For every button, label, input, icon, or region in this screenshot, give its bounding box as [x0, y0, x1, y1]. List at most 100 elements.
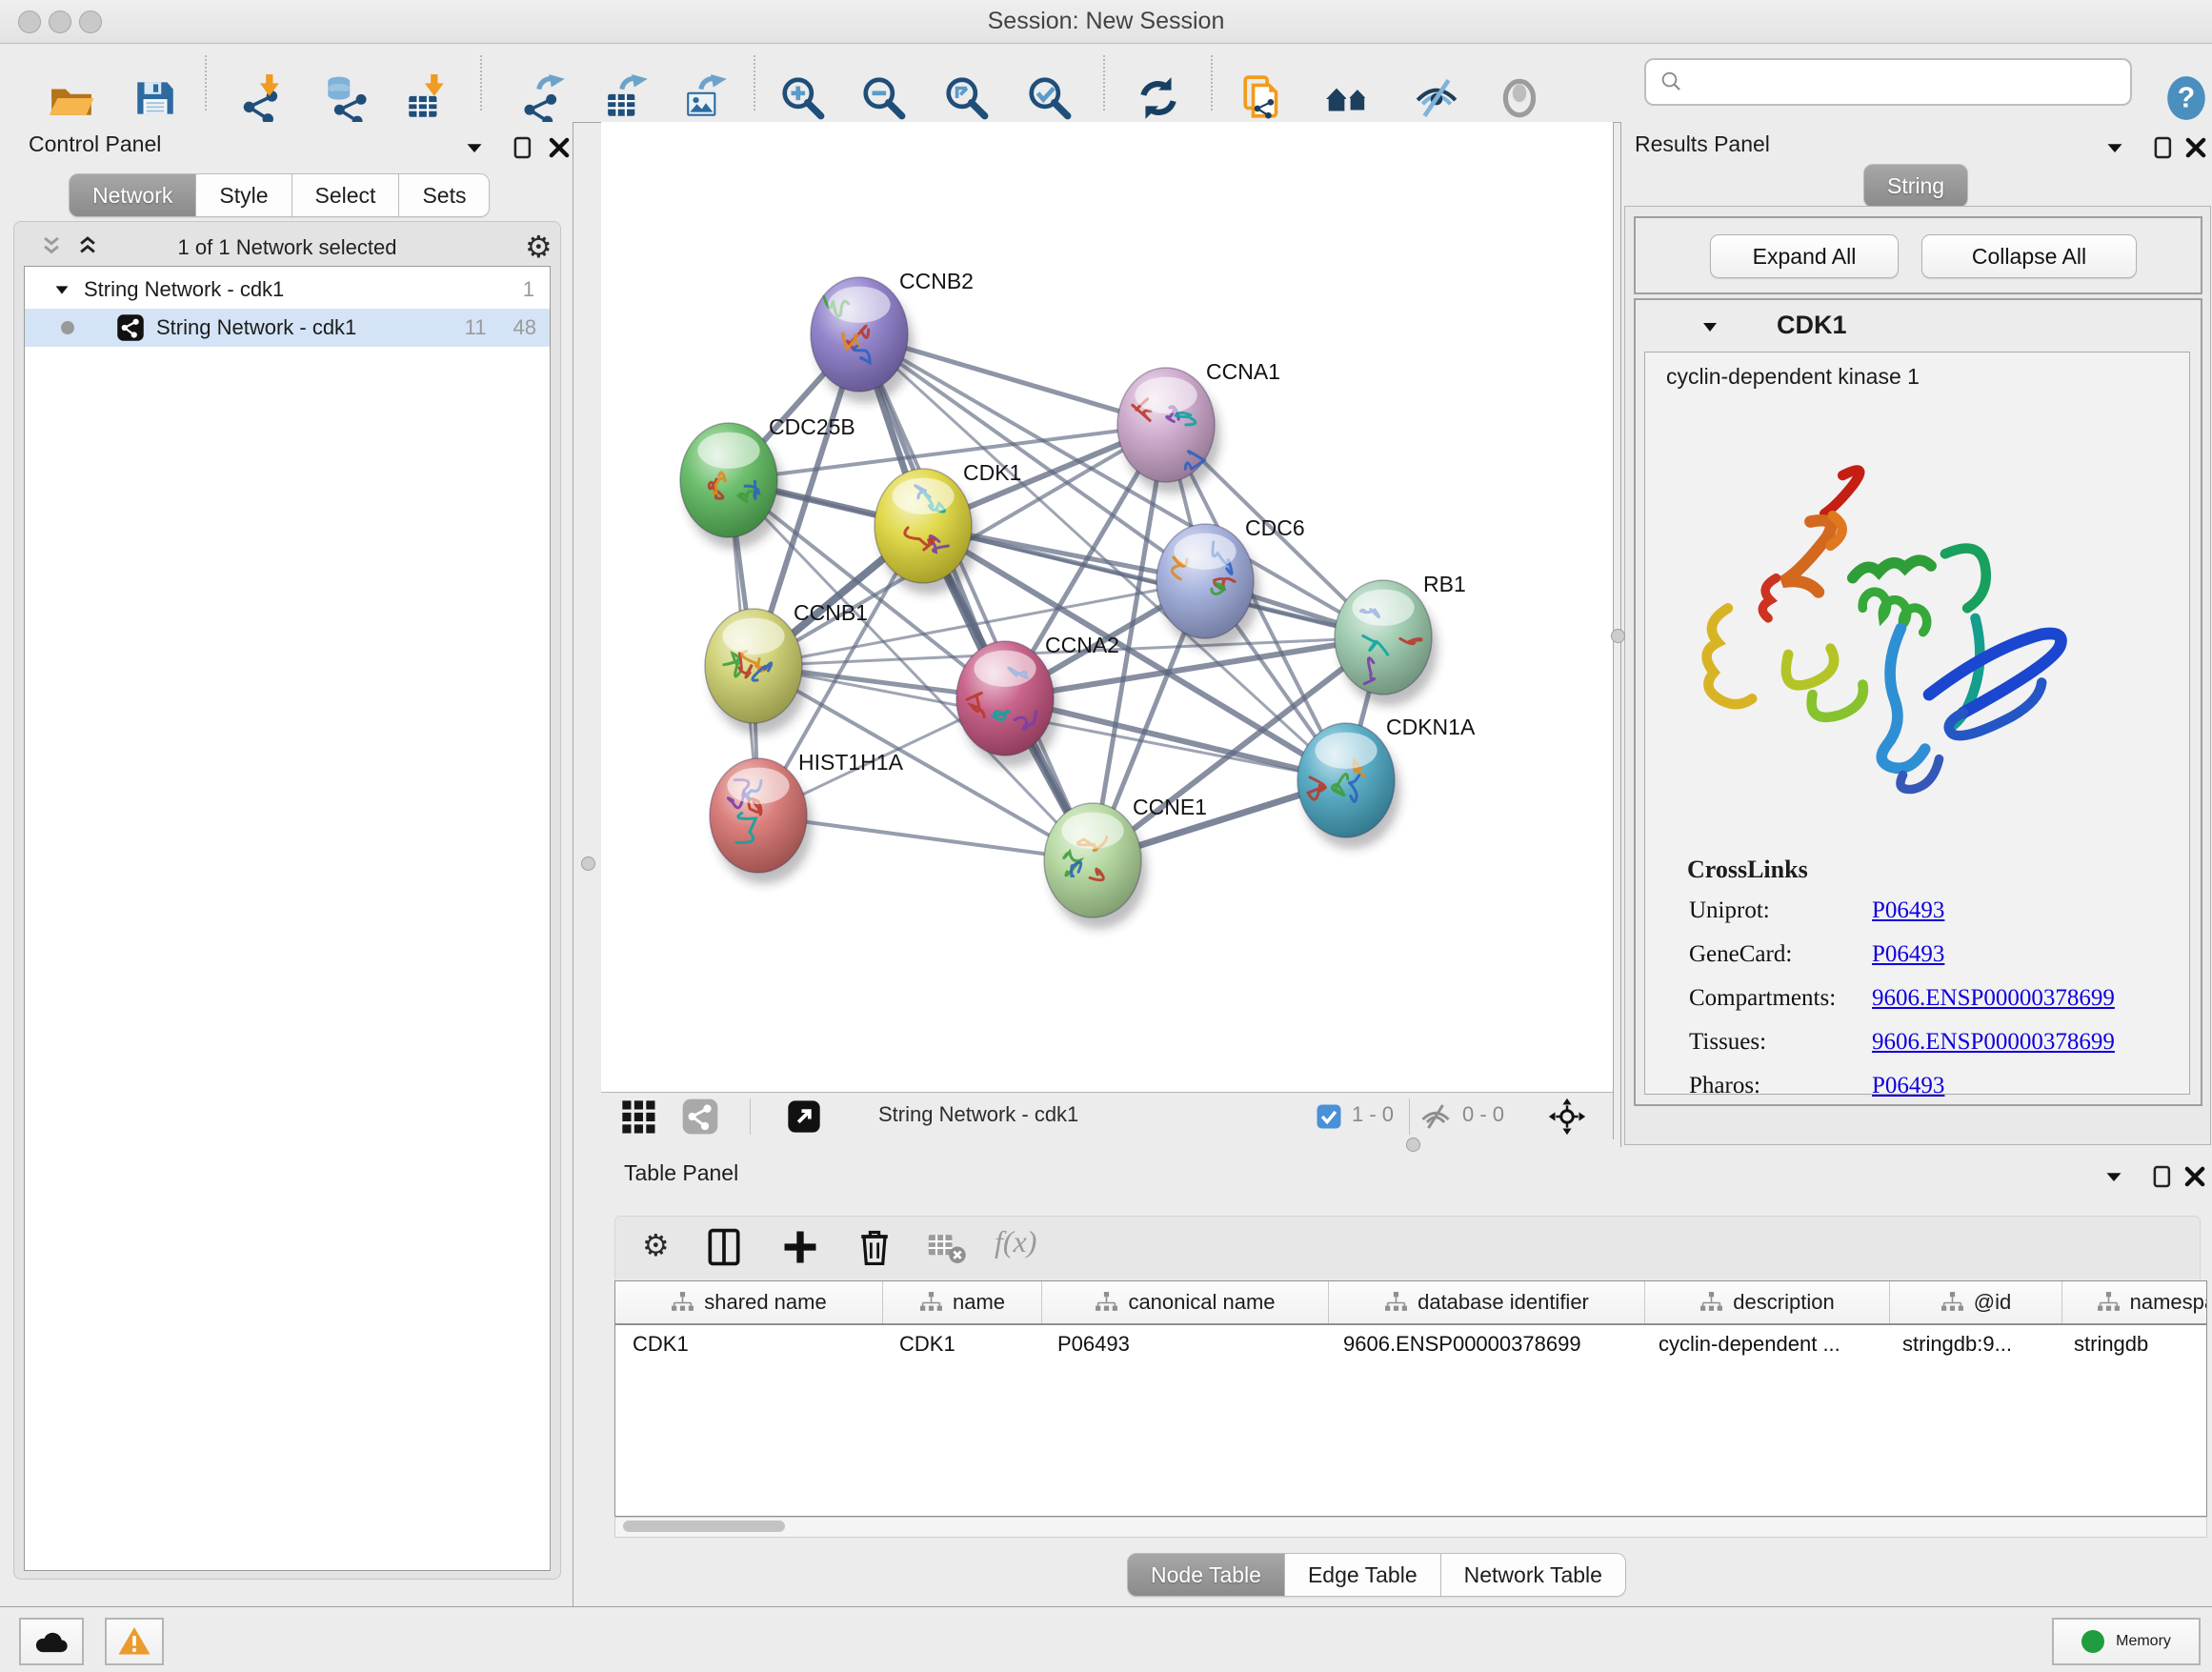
panel-float-icon[interactable] — [2149, 133, 2178, 162]
node-gloss — [697, 433, 759, 469]
table-cell[interactable]: stringdb — [2057, 1325, 2207, 1363]
tab-edge-table[interactable]: Edge Table — [1285, 1553, 1441, 1597]
column-header-shared-name[interactable]: shared name — [615, 1281, 883, 1323]
section-collapse-icon[interactable] — [1699, 315, 1721, 338]
open-session-button[interactable] — [46, 72, 97, 124]
collection-expander-icon[interactable] — [51, 279, 72, 300]
tab-style[interactable]: Style — [196, 173, 292, 217]
panel-float-icon[interactable] — [509, 133, 537, 162]
open-in-window-icon[interactable] — [785, 1098, 823, 1136]
crosslink-link[interactable]: 9606.ENSP00000378699 — [1872, 985, 2115, 1012]
show-columns-icon[interactable] — [703, 1226, 745, 1268]
window-titlebar: Session: New Session — [0, 0, 2212, 44]
export-image-button[interactable] — [681, 72, 733, 124]
tab-select[interactable]: Select — [292, 173, 400, 217]
cdk1-section-header[interactable]: CDK1 — [1636, 300, 2201, 352]
show-all-button[interactable] — [1494, 72, 1545, 124]
collapse-all-button[interactable]: Collapse All — [1921, 234, 2137, 278]
import-network-from-database-button[interactable] — [319, 72, 371, 124]
expand-all-button[interactable]: Expand All — [1710, 234, 1899, 278]
table-cell[interactable]: CDK1 — [615, 1325, 882, 1363]
table-cell[interactable]: CDK1 — [882, 1325, 1040, 1363]
column-header-name[interactable]: name — [883, 1281, 1042, 1323]
delete-column-trash-icon[interactable] — [854, 1226, 895, 1268]
import-table-from-file-button[interactable] — [401, 72, 452, 124]
string-home-button[interactable] — [1322, 72, 1374, 124]
bottom-splitter-handle[interactable] — [1406, 1138, 1420, 1152]
network-view[interactable]: CCNB2CCNA1CDC25BCDK1CDC6RB1CCNB1CCNA2CDK… — [601, 122, 1614, 1139]
column-header-database-identifier[interactable]: database identifier — [1329, 1281, 1645, 1323]
selected-checkbox-icon[interactable] — [1315, 1102, 1343, 1131]
delete-table-icon[interactable] — [926, 1226, 968, 1268]
birdseye-grid-icon[interactable] — [619, 1098, 657, 1136]
help-button[interactable]: ? — [2161, 72, 2212, 124]
edge-CCNB2-CCNE1[interactable] — [859, 334, 1093, 860]
create-column-plus-icon[interactable] — [779, 1226, 821, 1268]
node-gloss — [1174, 534, 1236, 570]
table-cell[interactable]: cyclin-dependent ... — [1641, 1325, 1885, 1363]
node-CDC6[interactable]: CDC6 — [1156, 515, 1305, 650]
tab-node-table[interactable]: Node Table — [1127, 1553, 1285, 1597]
tab-network[interactable]: Network — [69, 173, 196, 217]
panel-close-icon[interactable] — [2182, 133, 2210, 162]
search-box[interactable] — [1644, 58, 2132, 106]
tab-network-table[interactable]: Network Table — [1441, 1553, 1626, 1597]
hidden-eye-slash-icon[interactable] — [1418, 1099, 1453, 1134]
panel-close-icon[interactable] — [2181, 1162, 2209, 1191]
network-canvas[interactable]: CCNB2CCNA1CDC25BCDK1CDC6RB1CCNB1CCNA2CDK… — [601, 122, 1613, 1092]
panel-menu-icon[interactable] — [2100, 1162, 2128, 1191]
column-header-namespace[interactable]: namespace — [2062, 1281, 2207, 1323]
scrollbar-thumb[interactable] — [623, 1521, 785, 1532]
node-CCNA1[interactable]: CCNA1 — [1117, 359, 1280, 494]
tab-string[interactable]: String — [1863, 164, 1968, 208]
column-header-canonical-name[interactable]: canonical name — [1042, 1281, 1329, 1323]
panel-close-icon[interactable] — [545, 133, 573, 162]
zoom-out-button[interactable] — [858, 72, 910, 124]
table-cell[interactable]: 9606.ENSP00000378699 — [1326, 1325, 1641, 1363]
table-cell[interactable]: stringdb:9... — [1885, 1325, 2057, 1363]
tab-sets[interactable]: Sets — [399, 173, 490, 217]
crosslink-link[interactable]: P06493 — [1872, 897, 1944, 924]
crosslink-link[interactable]: 9606.ENSP00000378699 — [1872, 1029, 2115, 1056]
zoom-selected-button[interactable] — [1024, 72, 1076, 124]
zoom-in-button[interactable] — [777, 72, 829, 124]
network-row-selected[interactable]: String Network - cdk1 11 48 — [25, 309, 550, 347]
crosslink-link[interactable]: P06493 — [1872, 941, 1944, 968]
node-label-CDC25B: CDC25B — [769, 414, 855, 439]
column-header-@id[interactable]: @id — [1890, 1281, 2062, 1323]
export-table-button[interactable] — [602, 72, 654, 124]
zoom-fit-content-button[interactable] — [941, 72, 993, 124]
node-CDKN1A[interactable]: CDKN1A — [1297, 715, 1476, 849]
warnings-button[interactable] — [105, 1618, 164, 1665]
node-CCNB2[interactable]: CCNB2 — [811, 269, 974, 403]
function-builder-fx-icon[interactable]: f(x) — [995, 1224, 1036, 1259]
table-row[interactable]: CDK1CDK1P064939606.ENSP00000378699cyclin… — [615, 1325, 2207, 1363]
cloud-status-button[interactable] — [19, 1618, 84, 1665]
node-table[interactable]: shared namenamecanonical namedatabase id… — [614, 1280, 2207, 1517]
crosslink-link[interactable]: P06493 — [1872, 1073, 1944, 1099]
panel-float-icon[interactable] — [2148, 1162, 2177, 1191]
column-header-description[interactable]: description — [1645, 1281, 1890, 1323]
search-input[interactable] — [1686, 63, 2130, 101]
network-options-gear-icon[interactable]: ⚙ — [525, 232, 553, 262]
hide-selected-button[interactable] — [1411, 72, 1462, 124]
memory-button[interactable]: Memory — [2052, 1618, 2201, 1665]
node-RB1[interactable]: RB1 — [1335, 572, 1466, 706]
node-CCNE1[interactable]: CCNE1 — [1044, 795, 1207, 929]
table-options-gear-icon[interactable]: ⚙ — [642, 1230, 670, 1260]
string-import-button[interactable] — [1238, 72, 1290, 124]
panel-menu-icon[interactable] — [2101, 133, 2129, 162]
right-splitter-handle[interactable] — [1611, 629, 1625, 643]
import-network-from-file-button[interactable] — [236, 72, 288, 124]
table-horizontal-scrollbar[interactable] — [614, 1517, 2207, 1538]
panel-menu-icon[interactable] — [460, 133, 489, 162]
table-cell[interactable]: P06493 — [1040, 1325, 1326, 1363]
update-network-button[interactable] — [1133, 72, 1184, 124]
save-session-button[interactable] — [130, 72, 181, 124]
network-collection-row[interactable]: String Network - cdk1 1 — [25, 271, 550, 309]
network-type-icon[interactable] — [681, 1098, 719, 1136]
left-splitter-handle[interactable] — [581, 856, 595, 871]
node-HIST1H1A[interactable]: HIST1H1A — [710, 750, 904, 884]
fit-selected-crosshair-icon[interactable] — [1548, 1098, 1586, 1136]
export-network-button[interactable] — [519, 72, 571, 124]
